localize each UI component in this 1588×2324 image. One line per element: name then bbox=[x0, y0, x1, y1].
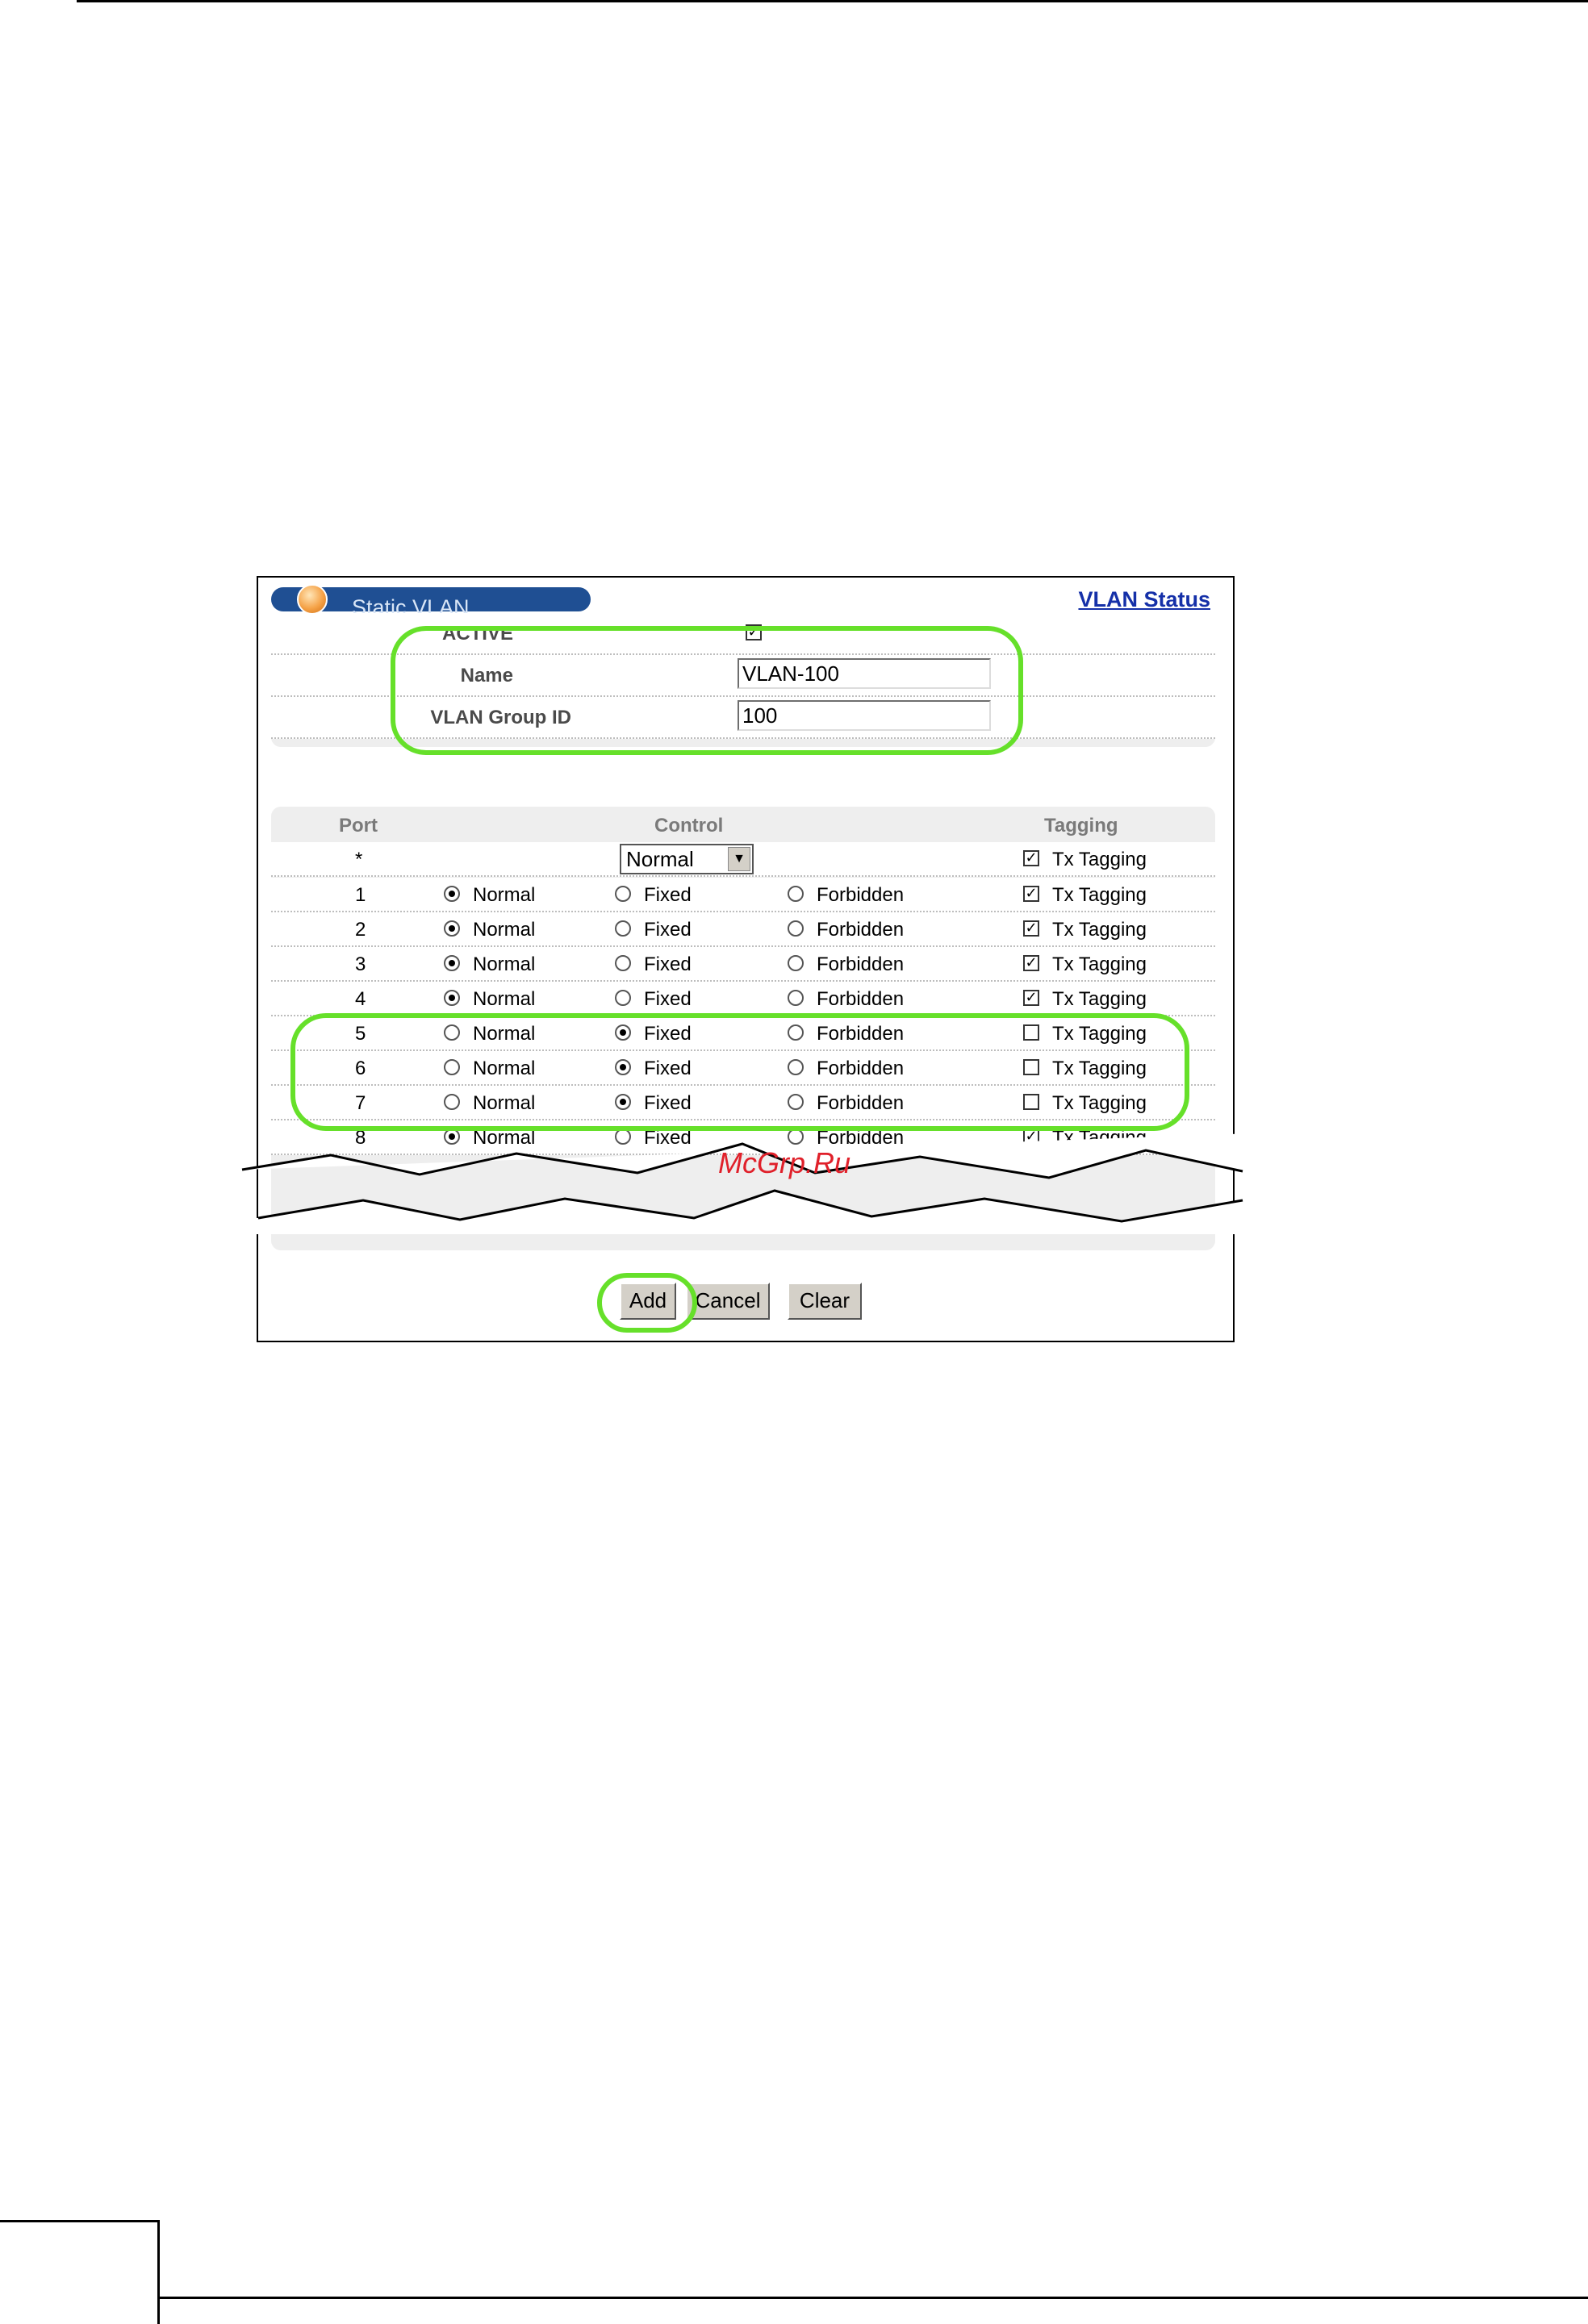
radio-forbidden[interactable] bbox=[788, 920, 804, 937]
tx-tagging-label: Tx Tagging bbox=[1052, 849, 1147, 870]
radio-label-normal: Normal bbox=[473, 919, 536, 941]
add-highlight bbox=[597, 1273, 697, 1333]
watermark-text: McGrp.Ru bbox=[718, 1146, 851, 1179]
radio-label-fixed: Fixed bbox=[644, 988, 692, 1010]
all-port-label: * bbox=[355, 849, 363, 870]
fixed-ports-highlight bbox=[290, 1013, 1189, 1131]
radio-fixed[interactable] bbox=[615, 920, 631, 937]
radio-label-normal: Normal bbox=[473, 953, 536, 975]
cancel-button[interactable]: Cancel bbox=[686, 1283, 770, 1320]
top-rule bbox=[77, 0, 1588, 2]
port-number: 1 bbox=[355, 884, 366, 906]
radio-forbidden[interactable] bbox=[788, 955, 804, 971]
radio-fixed[interactable] bbox=[615, 955, 631, 971]
port-row: 1 Normal Fixed Forbidden ✓ Tx Tagging bbox=[271, 878, 1215, 912]
radio-label-normal: Normal bbox=[473, 988, 536, 1010]
radio-normal[interactable] bbox=[444, 955, 460, 971]
radio-fixed[interactable] bbox=[615, 886, 631, 902]
port-row: 4 Normal Fixed Forbidden ✓ Tx Tagging bbox=[271, 982, 1215, 1016]
control-header: Control bbox=[654, 815, 724, 837]
radio-label-fixed: Fixed bbox=[644, 919, 692, 941]
control-select[interactable]: Normal ▼ bbox=[620, 844, 754, 874]
tx-tagging-checkbox[interactable]: ✓ bbox=[1023, 886, 1039, 902]
radio-label-fixed: Fixed bbox=[644, 953, 692, 975]
tx-tagging-checkbox[interactable]: ✓ bbox=[1023, 955, 1039, 971]
tx-tagging-checkbox[interactable]: ✓ bbox=[1023, 850, 1039, 866]
radio-label-forbidden: Forbidden bbox=[817, 919, 905, 941]
control-select-value: Normal bbox=[626, 847, 694, 871]
port-number: 2 bbox=[355, 919, 366, 941]
orb-icon bbox=[297, 584, 328, 615]
tx-tagging-label: Tx Tagging bbox=[1052, 919, 1147, 941]
all-ports-row: * Normal ▼ ✓ Tx Tagging bbox=[271, 842, 1215, 877]
radio-normal[interactable] bbox=[444, 990, 460, 1006]
radio-label-normal: Normal bbox=[473, 884, 536, 906]
radio-forbidden[interactable] bbox=[788, 990, 804, 1006]
port-row: 3 Normal Fixed Forbidden ✓ Tx Tagging bbox=[271, 947, 1215, 982]
bottom-rule bbox=[160, 2297, 1588, 2299]
port-row: 2 Normal Fixed Forbidden ✓ Tx Tagging bbox=[271, 912, 1215, 947]
chevron-down-icon[interactable]: ▼ bbox=[728, 847, 750, 871]
radio-label-forbidden: Forbidden bbox=[817, 988, 905, 1010]
radio-forbidden[interactable] bbox=[788, 886, 804, 902]
radio-label-fixed: Fixed bbox=[644, 884, 692, 906]
tx-tagging-checkbox[interactable]: ✓ bbox=[1023, 920, 1039, 937]
radio-fixed[interactable] bbox=[615, 990, 631, 1006]
radio-label-forbidden: Forbidden bbox=[817, 884, 905, 906]
tagging-header: Tagging bbox=[1044, 815, 1118, 837]
tx-tagging-checkbox[interactable]: ✓ bbox=[1023, 990, 1039, 1006]
tx-tagging-label: Tx Tagging bbox=[1052, 953, 1147, 975]
port-number: 3 bbox=[355, 953, 366, 975]
radio-label-forbidden: Forbidden bbox=[817, 953, 905, 975]
radio-normal[interactable] bbox=[444, 920, 460, 937]
port-header: Port bbox=[339, 815, 378, 837]
tx-tagging-label: Tx Tagging bbox=[1052, 884, 1147, 906]
clear-button[interactable]: Clear bbox=[788, 1283, 862, 1320]
tx-tagging-label: Tx Tagging bbox=[1052, 988, 1147, 1010]
settings-highlight bbox=[391, 626, 1023, 755]
radio-normal[interactable] bbox=[444, 886, 460, 902]
page-number-box bbox=[0, 2220, 160, 2324]
vlan-status-link[interactable]: VLAN Status bbox=[1078, 587, 1210, 612]
port-number: 4 bbox=[355, 988, 366, 1010]
